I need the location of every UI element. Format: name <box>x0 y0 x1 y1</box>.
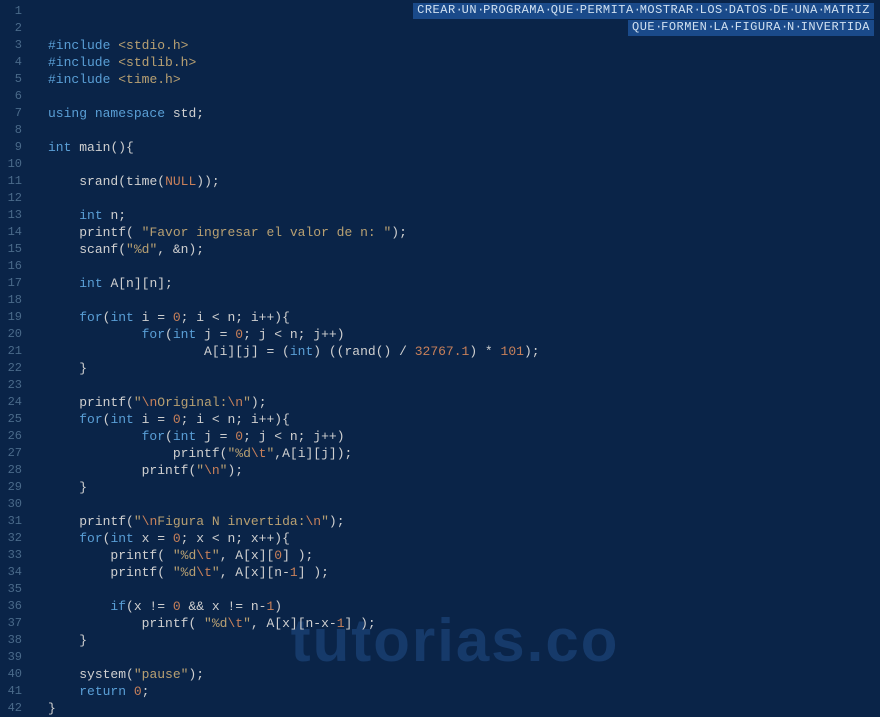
line-number: 29 <box>4 479 22 496</box>
line-number: 32 <box>4 530 22 547</box>
code-line: #include <stdlib.h> <box>30 54 880 71</box>
line-number: 31 <box>4 513 22 530</box>
line-number: 36 <box>4 598 22 615</box>
line-number: 5 <box>4 71 22 88</box>
code-area[interactable]: CREAR·UN·PROGRAMA·QUE·PERMITA·MOSTRAR·LO… <box>30 0 880 710</box>
line-number: 11 <box>4 173 22 190</box>
code-line <box>30 88 880 105</box>
line-number: 38 <box>4 632 22 649</box>
comment-banner-2: QUE·FORMEN·LA·FIGURA·N·INVERTIDA <box>628 20 874 36</box>
line-number: 33 <box>4 547 22 564</box>
line-number: 20 <box>4 326 22 343</box>
code-line: } <box>30 700 880 717</box>
code-line <box>30 190 880 207</box>
code-line: scanf("%d", &n); <box>30 241 880 258</box>
code-line: A[i][j] = (int) ((rand() / 32767.1) * 10… <box>30 343 880 360</box>
line-number: 42 <box>4 700 22 717</box>
line-number: 13 <box>4 207 22 224</box>
code-line <box>30 292 880 309</box>
line-number: 2 <box>4 20 22 37</box>
code-line: printf("\n"); <box>30 462 880 479</box>
line-number: 26 <box>4 428 22 445</box>
line-number: 15 <box>4 241 22 258</box>
line-number: 40 <box>4 666 22 683</box>
line-number: 12 <box>4 190 22 207</box>
code-line <box>30 581 880 598</box>
line-number: 18 <box>4 292 22 309</box>
line-number: 22 <box>4 360 22 377</box>
code-line <box>30 156 880 173</box>
code-line: int A[n][n]; <box>30 275 880 292</box>
code-line: } <box>30 479 880 496</box>
code-line: printf( "%d\t", A[x][n-x-1] ); <box>30 615 880 632</box>
code-line: if(x != 0 && x != n-1) <box>30 598 880 615</box>
code-line: #include <time.h> <box>30 71 880 88</box>
line-number: 7 <box>4 105 22 122</box>
line-number: 1 <box>4 3 22 20</box>
line-number: 9 <box>4 139 22 156</box>
code-line <box>30 122 880 139</box>
line-number-gutter: 1234567891011121314151617181920212223242… <box>0 0 30 710</box>
code-line: } <box>30 360 880 377</box>
line-number: 41 <box>4 683 22 700</box>
code-line: } <box>30 632 880 649</box>
line-number: 23 <box>4 377 22 394</box>
line-number: 17 <box>4 275 22 292</box>
code-line: #include <stdio.h> <box>30 37 880 54</box>
code-line: int main(){ <box>30 139 880 156</box>
line-number: 34 <box>4 564 22 581</box>
code-line: srand(time(NULL)); <box>30 173 880 190</box>
line-number: 28 <box>4 462 22 479</box>
code-line: for(int i = 0; i < n; i++){ <box>30 411 880 428</box>
line-number: 19 <box>4 309 22 326</box>
code-line: printf("\nOriginal:\n"); <box>30 394 880 411</box>
code-line: printf( "%d\t", A[x][n-1] ); <box>30 564 880 581</box>
code-line: system("pause"); <box>30 666 880 683</box>
line-number: 21 <box>4 343 22 360</box>
line-number: 10 <box>4 156 22 173</box>
code-line: printf( "%d\t", A[x][0] ); <box>30 547 880 564</box>
line-number: 6 <box>4 88 22 105</box>
line-number: 16 <box>4 258 22 275</box>
code-line: int n; <box>30 207 880 224</box>
line-number: 24 <box>4 394 22 411</box>
code-line <box>30 496 880 513</box>
line-number: 30 <box>4 496 22 513</box>
code-line: printf("\nFigura N invertida:\n"); <box>30 513 880 530</box>
code-line: return 0; <box>30 683 880 700</box>
line-number: 37 <box>4 615 22 632</box>
line-number: 39 <box>4 649 22 666</box>
line-number: 25 <box>4 411 22 428</box>
code-line <box>30 377 880 394</box>
code-line: for(int x = 0; x < n; x++){ <box>30 530 880 547</box>
line-number: 8 <box>4 122 22 139</box>
code-line <box>30 649 880 666</box>
code-line: for(int i = 0; i < n; i++){ <box>30 309 880 326</box>
line-number: 4 <box>4 54 22 71</box>
code-line: using namespace std; <box>30 105 880 122</box>
code-line: printf( "Favor ingresar el valor de n: "… <box>30 224 880 241</box>
code-line: printf("%d\t",A[i][j]); <box>30 445 880 462</box>
code-editor: 1234567891011121314151617181920212223242… <box>0 0 880 710</box>
line-number: 35 <box>4 581 22 598</box>
line-number: 27 <box>4 445 22 462</box>
code-line: for(int j = 0; j < n; j++) <box>30 428 880 445</box>
comment-banner-1: CREAR·UN·PROGRAMA·QUE·PERMITA·MOSTRAR·LO… <box>413 3 874 19</box>
line-number: 3 <box>4 37 22 54</box>
code-line <box>30 258 880 275</box>
line-number: 14 <box>4 224 22 241</box>
code-line: for(int j = 0; j < n; j++) <box>30 326 880 343</box>
